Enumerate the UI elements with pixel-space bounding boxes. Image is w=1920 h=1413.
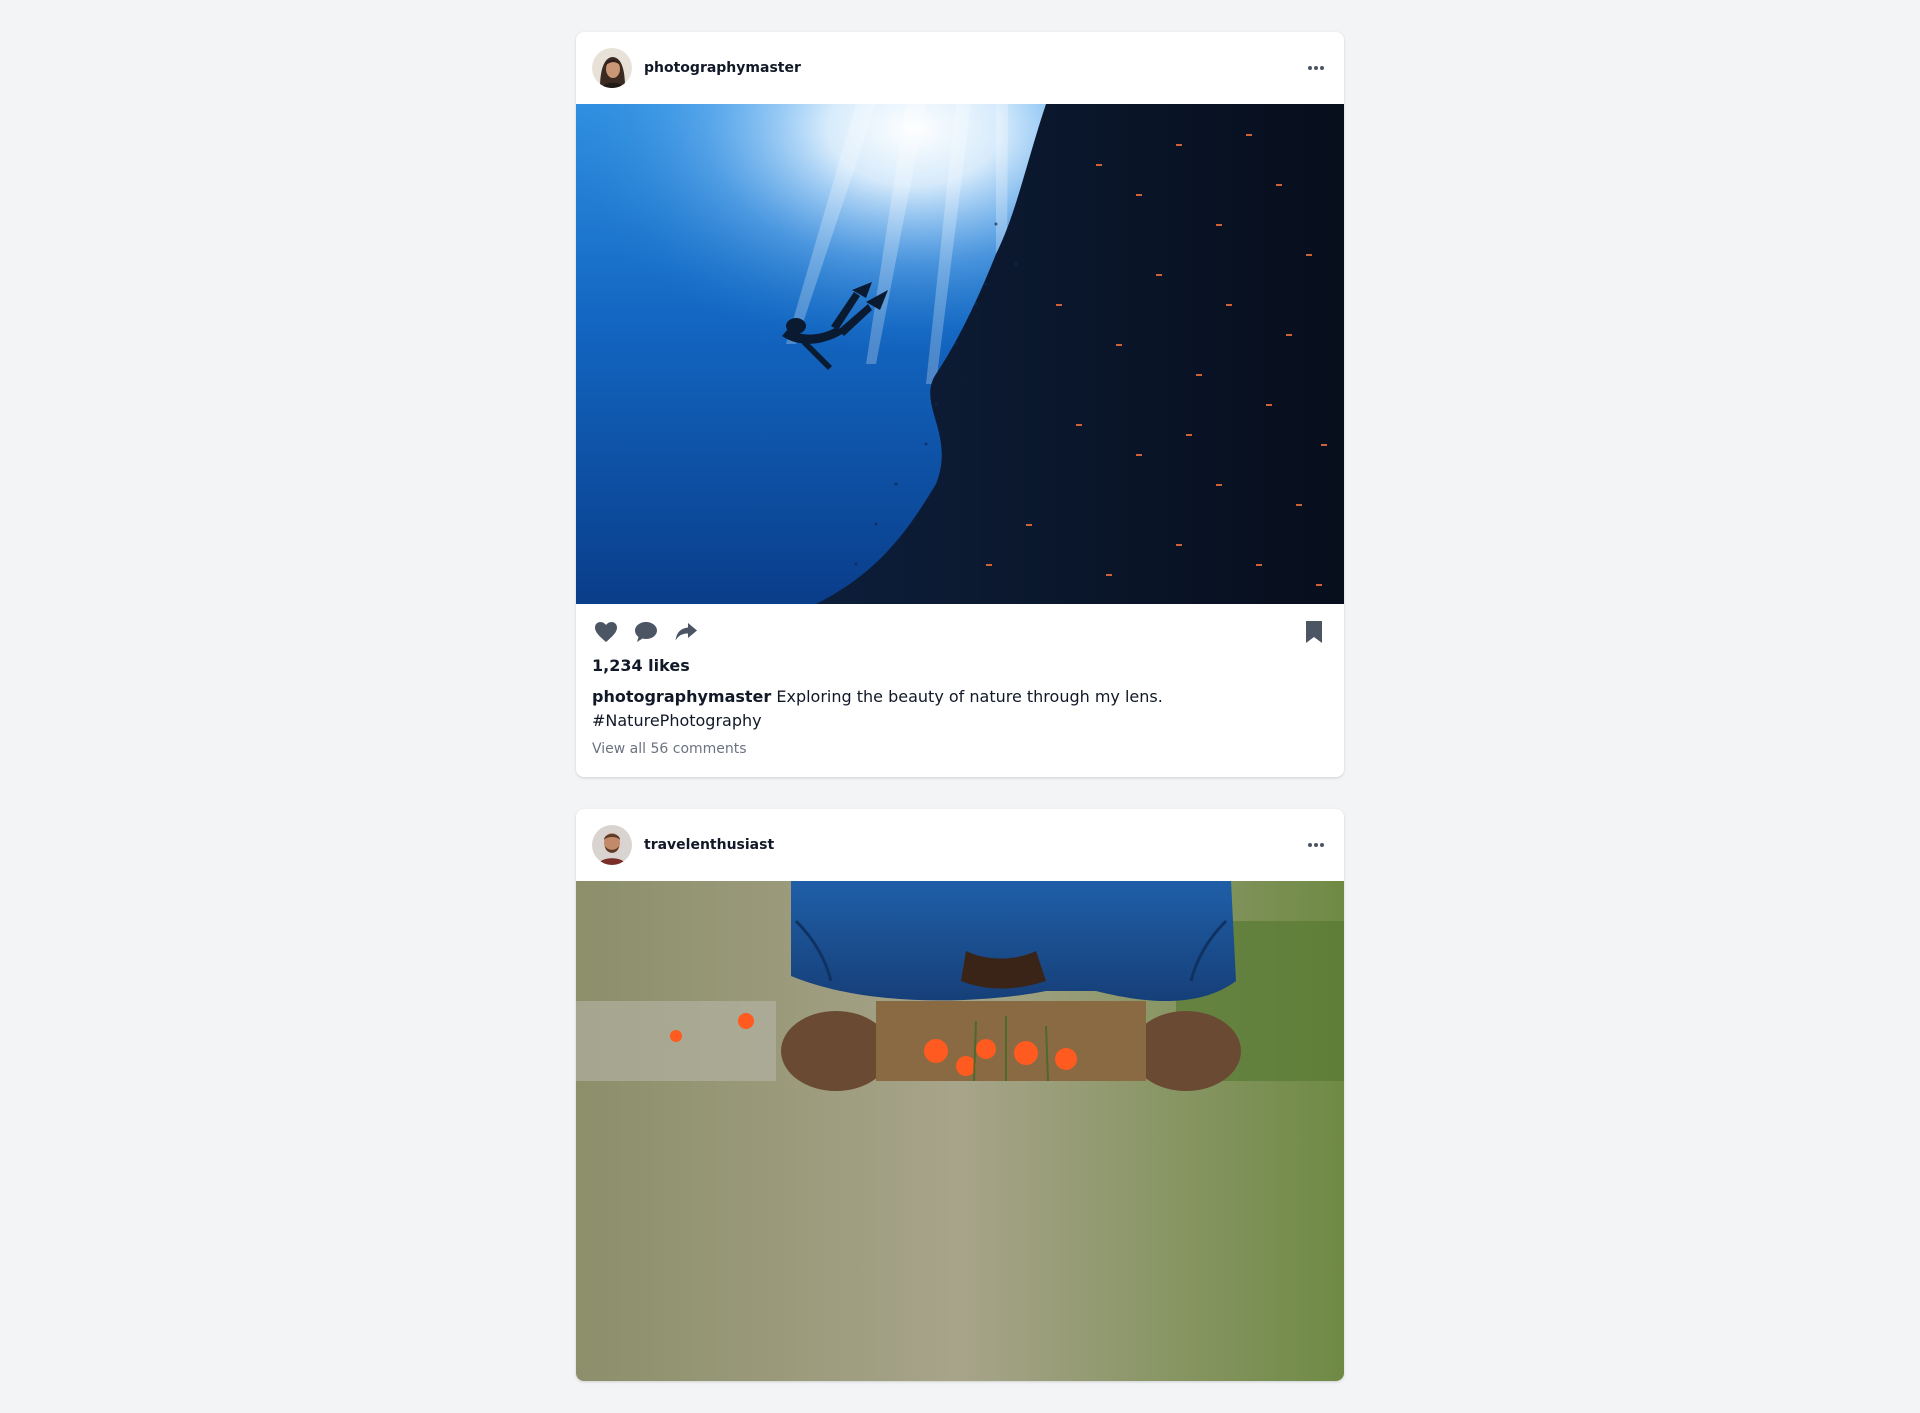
- post-username[interactable]: photographymaster: [644, 60, 1304, 76]
- post-image[interactable]: [576, 104, 1344, 604]
- bookmark-button[interactable]: [1300, 618, 1328, 646]
- post-username[interactable]: travelenthusiast: [644, 837, 1304, 853]
- person-with-flowers-photo: [576, 881, 1344, 1381]
- bookmark-icon: [1306, 621, 1322, 643]
- avatar[interactable]: [592, 48, 632, 88]
- share-icon: [675, 623, 697, 641]
- avatar-woman-icon: [592, 48, 632, 88]
- share-button[interactable]: [672, 618, 700, 646]
- caption-username[interactable]: photographymaster: [592, 687, 771, 706]
- ellipsis-icon: [1308, 843, 1324, 847]
- more-options-button[interactable]: [1304, 56, 1328, 80]
- underwater-photo: [576, 104, 1344, 604]
- post-actions: [592, 616, 1328, 648]
- like-button[interactable]: [592, 618, 620, 646]
- post-card: photographymaster 1,234 likes photograph…: [576, 32, 1344, 777]
- likes-count[interactable]: 1,234 likes: [592, 656, 1328, 675]
- comment-icon: [635, 622, 657, 642]
- comment-button[interactable]: [632, 618, 660, 646]
- avatar[interactable]: [592, 825, 632, 865]
- ellipsis-icon: [1308, 66, 1324, 70]
- view-comments-link[interactable]: View all 56 comments: [592, 741, 1328, 757]
- post-header: photographymaster: [576, 32, 1344, 104]
- feed: photographymaster 1,234 likes photograph…: [576, 32, 1344, 1413]
- post-image[interactable]: [576, 881, 1344, 1381]
- post-card: travelenthusiast: [576, 809, 1344, 1381]
- heart-icon: [595, 622, 617, 642]
- avatar-man-icon: [592, 825, 632, 865]
- post-caption: photographymaster Exploring the beauty o…: [592, 685, 1328, 733]
- post-body: 1,234 likes photographymaster Exploring …: [576, 604, 1344, 777]
- post-header: travelenthusiast: [576, 809, 1344, 881]
- more-options-button[interactable]: [1304, 833, 1328, 857]
